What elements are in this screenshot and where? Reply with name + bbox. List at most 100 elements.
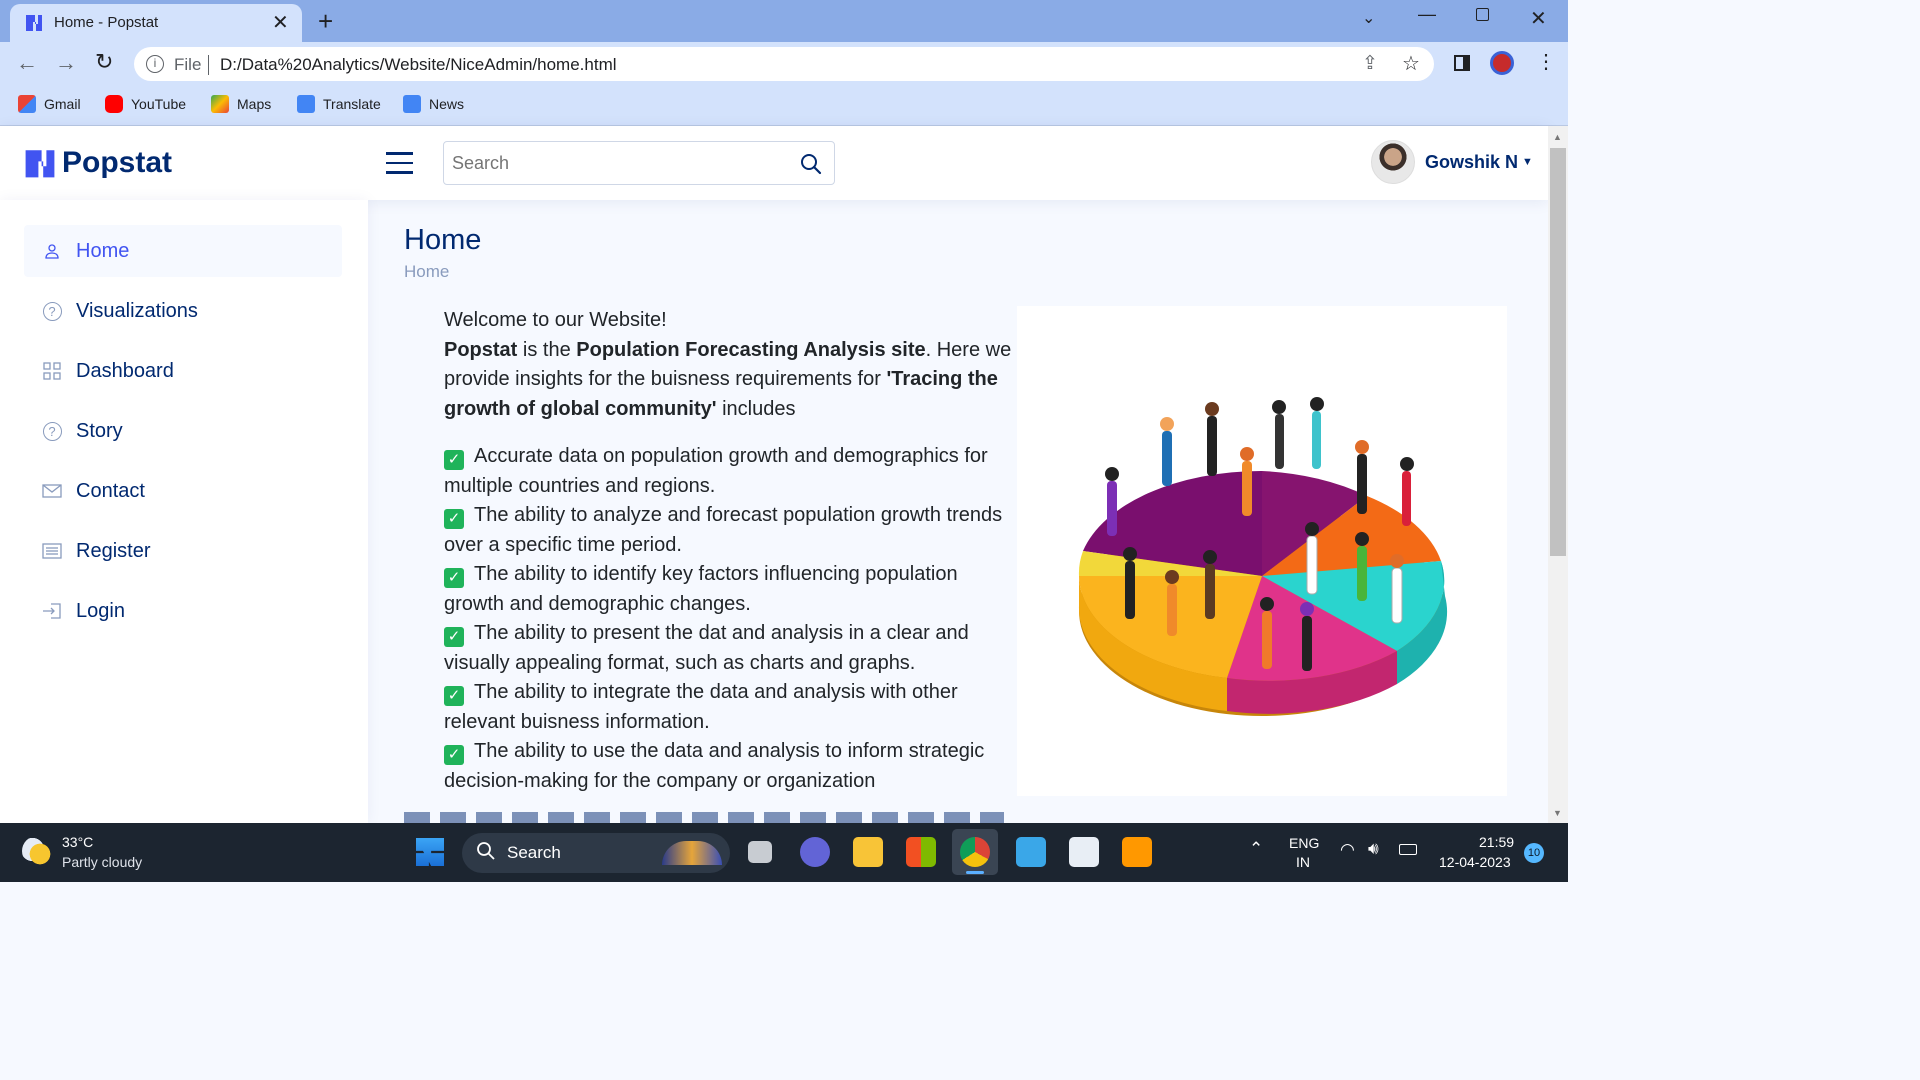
sidebar-item-label: Login bbox=[76, 599, 125, 622]
intro-text-1: is the bbox=[517, 338, 577, 361]
brand-name: Popstat bbox=[444, 338, 518, 361]
sidebar-item-label: Home bbox=[76, 239, 130, 262]
battery-icon[interactable] bbox=[1399, 844, 1417, 855]
teams-chat-icon[interactable] bbox=[800, 837, 830, 867]
menu-kebab-icon[interactable]: ⋮ bbox=[1536, 49, 1556, 74]
next-section-heading-cutoff bbox=[404, 812, 1004, 823]
clock-time[interactable]: 21:59 bbox=[1479, 834, 1514, 850]
notepad-icon[interactable] bbox=[1016, 837, 1046, 867]
scroll-up-icon[interactable]: ▲ bbox=[1553, 132, 1562, 142]
bookmark-youtube[interactable]: YouTube bbox=[105, 94, 186, 114]
chrome-icon bbox=[960, 837, 990, 867]
chrome-taskbar-button[interactable] bbox=[952, 829, 998, 875]
list-item: ✓ The ability to use the data and analysi… bbox=[444, 737, 1012, 796]
partly-cloudy-icon[interactable] bbox=[22, 836, 52, 866]
list-item: ✓ Accurate data on population growth and … bbox=[444, 442, 1012, 501]
bookmark-maps[interactable]: Maps bbox=[211, 94, 271, 114]
profile-avatar-icon[interactable] bbox=[1490, 51, 1514, 75]
maps-icon bbox=[211, 95, 229, 113]
sublime-text-icon[interactable] bbox=[1122, 837, 1152, 867]
restore-button[interactable] bbox=[1476, 8, 1489, 21]
weather-temperature[interactable]: 33°C bbox=[62, 834, 93, 850]
bookmark-news[interactable]: News bbox=[403, 94, 464, 114]
sidebar-toggle-icon[interactable] bbox=[386, 152, 413, 174]
minimize-button[interactable]: — bbox=[1418, 4, 1436, 25]
list-item-text: The ability to use the data and analysis… bbox=[444, 740, 985, 792]
feature-list: ✓ Accurate data on population growth and … bbox=[444, 442, 1012, 796]
site-description: Population Forecasting Analysis site bbox=[576, 338, 926, 361]
search-input[interactable] bbox=[452, 150, 782, 176]
search-highlight-icon bbox=[662, 841, 722, 865]
snipping-tool-icon[interactable] bbox=[1069, 837, 1099, 867]
tab-close-icon[interactable]: ✕ bbox=[272, 10, 289, 35]
info-icon[interactable]: i bbox=[146, 55, 164, 73]
star-icon[interactable]: ☆ bbox=[1402, 51, 1420, 76]
sidebar-item-register[interactable]: Register bbox=[24, 525, 342, 577]
notification-badge[interactable]: 10 bbox=[1524, 843, 1544, 863]
sidebar-item-dashboard[interactable]: Dashboard bbox=[24, 345, 342, 397]
search-icon[interactable] bbox=[800, 153, 822, 180]
intro-text-3: includes bbox=[716, 397, 796, 420]
browser-tab[interactable]: Home - Popstat ✕ bbox=[10, 4, 302, 42]
side-panel-icon[interactable] bbox=[1454, 55, 1470, 71]
sidebar-item-visualizations[interactable]: ? Visualizations bbox=[24, 285, 342, 337]
list-item-text: The ability to identify key factors infl… bbox=[444, 563, 958, 615]
list-item: ✓ The ability to integrate the data and a… bbox=[444, 678, 1012, 737]
person-icon bbox=[42, 241, 62, 261]
search-icon bbox=[476, 841, 496, 866]
logo-text: Popstat bbox=[62, 146, 173, 179]
scrollbar-thumb[interactable] bbox=[1550, 148, 1566, 556]
sidebar-item-label: Visualizations bbox=[76, 299, 198, 322]
address-bar[interactable]: i File D:/Data%20Analytics/Website/NiceA… bbox=[134, 47, 1434, 81]
taskbar-search[interactable]: Search bbox=[462, 833, 730, 873]
check-square-icon: ✓ bbox=[444, 568, 464, 588]
bookmark-label: News bbox=[429, 96, 465, 112]
scroll-down-icon[interactable]: ▼ bbox=[1553, 808, 1562, 818]
file-explorer-icon[interactable] bbox=[853, 837, 883, 867]
forward-icon[interactable]: → bbox=[55, 50, 77, 76]
language-line-1[interactable]: ENG bbox=[1289, 835, 1319, 851]
breadcrumb[interactable]: Home bbox=[404, 262, 449, 282]
tab-search-icon[interactable]: ⌄ bbox=[1362, 8, 1375, 28]
bookmark-gmail[interactable]: Gmail bbox=[18, 94, 81, 114]
volume-icon[interactable]: 🔊︎ bbox=[1368, 839, 1379, 859]
task-view-icon[interactable] bbox=[748, 841, 772, 863]
microsoft-store-icon[interactable] bbox=[906, 837, 936, 867]
share-icon[interactable]: ⇪ bbox=[1362, 52, 1378, 75]
card-list-icon bbox=[42, 541, 62, 561]
wifi-icon[interactable]: ◠ bbox=[1340, 840, 1355, 860]
logo[interactable]: Popstat bbox=[24, 146, 172, 180]
close-window-button[interactable]: ✕ bbox=[1530, 6, 1547, 31]
gmail-icon bbox=[18, 95, 36, 113]
new-tab-button[interactable]: + bbox=[318, 6, 333, 37]
show-hidden-icons-icon[interactable]: ⌃ bbox=[1249, 839, 1263, 859]
list-item: ✓ The ability to present the dat and anal… bbox=[444, 619, 1012, 678]
list-item-text: Accurate data on population growth and d… bbox=[444, 445, 988, 497]
main-content: Home Home Welcome to our Website! Popsta… bbox=[368, 200, 1548, 823]
reload-icon[interactable]: ↻ bbox=[95, 49, 113, 75]
back-icon[interactable]: ← bbox=[16, 50, 38, 76]
sidebar-item-home[interactable]: Home bbox=[24, 225, 342, 277]
sidebar-item-story[interactable]: ? Story bbox=[24, 405, 342, 457]
welcome-text: Welcome to our Website! bbox=[444, 309, 667, 331]
windows-start-icon[interactable] bbox=[416, 838, 444, 866]
windows-taskbar: 33°C Partly cloudy Search ⌃ ENG IN ◠ 🔊︎ … bbox=[0, 823, 1568, 882]
intro-section: Welcome to our Website! Popstat is the P… bbox=[444, 306, 1012, 796]
sidebar-item-login[interactable]: Login bbox=[24, 585, 342, 637]
active-indicator bbox=[966, 871, 984, 874]
popstat-logo-icon bbox=[25, 150, 55, 178]
sidebar-item-label: Story bbox=[76, 419, 123, 442]
popstat-favicon-icon bbox=[24, 13, 44, 33]
weather-description[interactable]: Partly cloudy bbox=[62, 854, 142, 870]
taskbar-search-label: Search bbox=[507, 843, 561, 862]
news-icon bbox=[403, 95, 421, 113]
sidebar-item-contact[interactable]: Contact bbox=[24, 465, 342, 517]
sidebar-item-label: Contact bbox=[76, 479, 145, 502]
question-circle-icon: ? bbox=[42, 421, 62, 441]
youtube-icon bbox=[105, 95, 123, 113]
language-line-2[interactable]: IN bbox=[1296, 854, 1310, 870]
grid-icon bbox=[42, 361, 62, 381]
profile-dropdown[interactable]: Gowshik N ▼ bbox=[1371, 140, 1533, 184]
bookmark-translate[interactable]: Translate bbox=[297, 94, 381, 114]
clock-date[interactable]: 12-04-2023 bbox=[1439, 854, 1511, 870]
